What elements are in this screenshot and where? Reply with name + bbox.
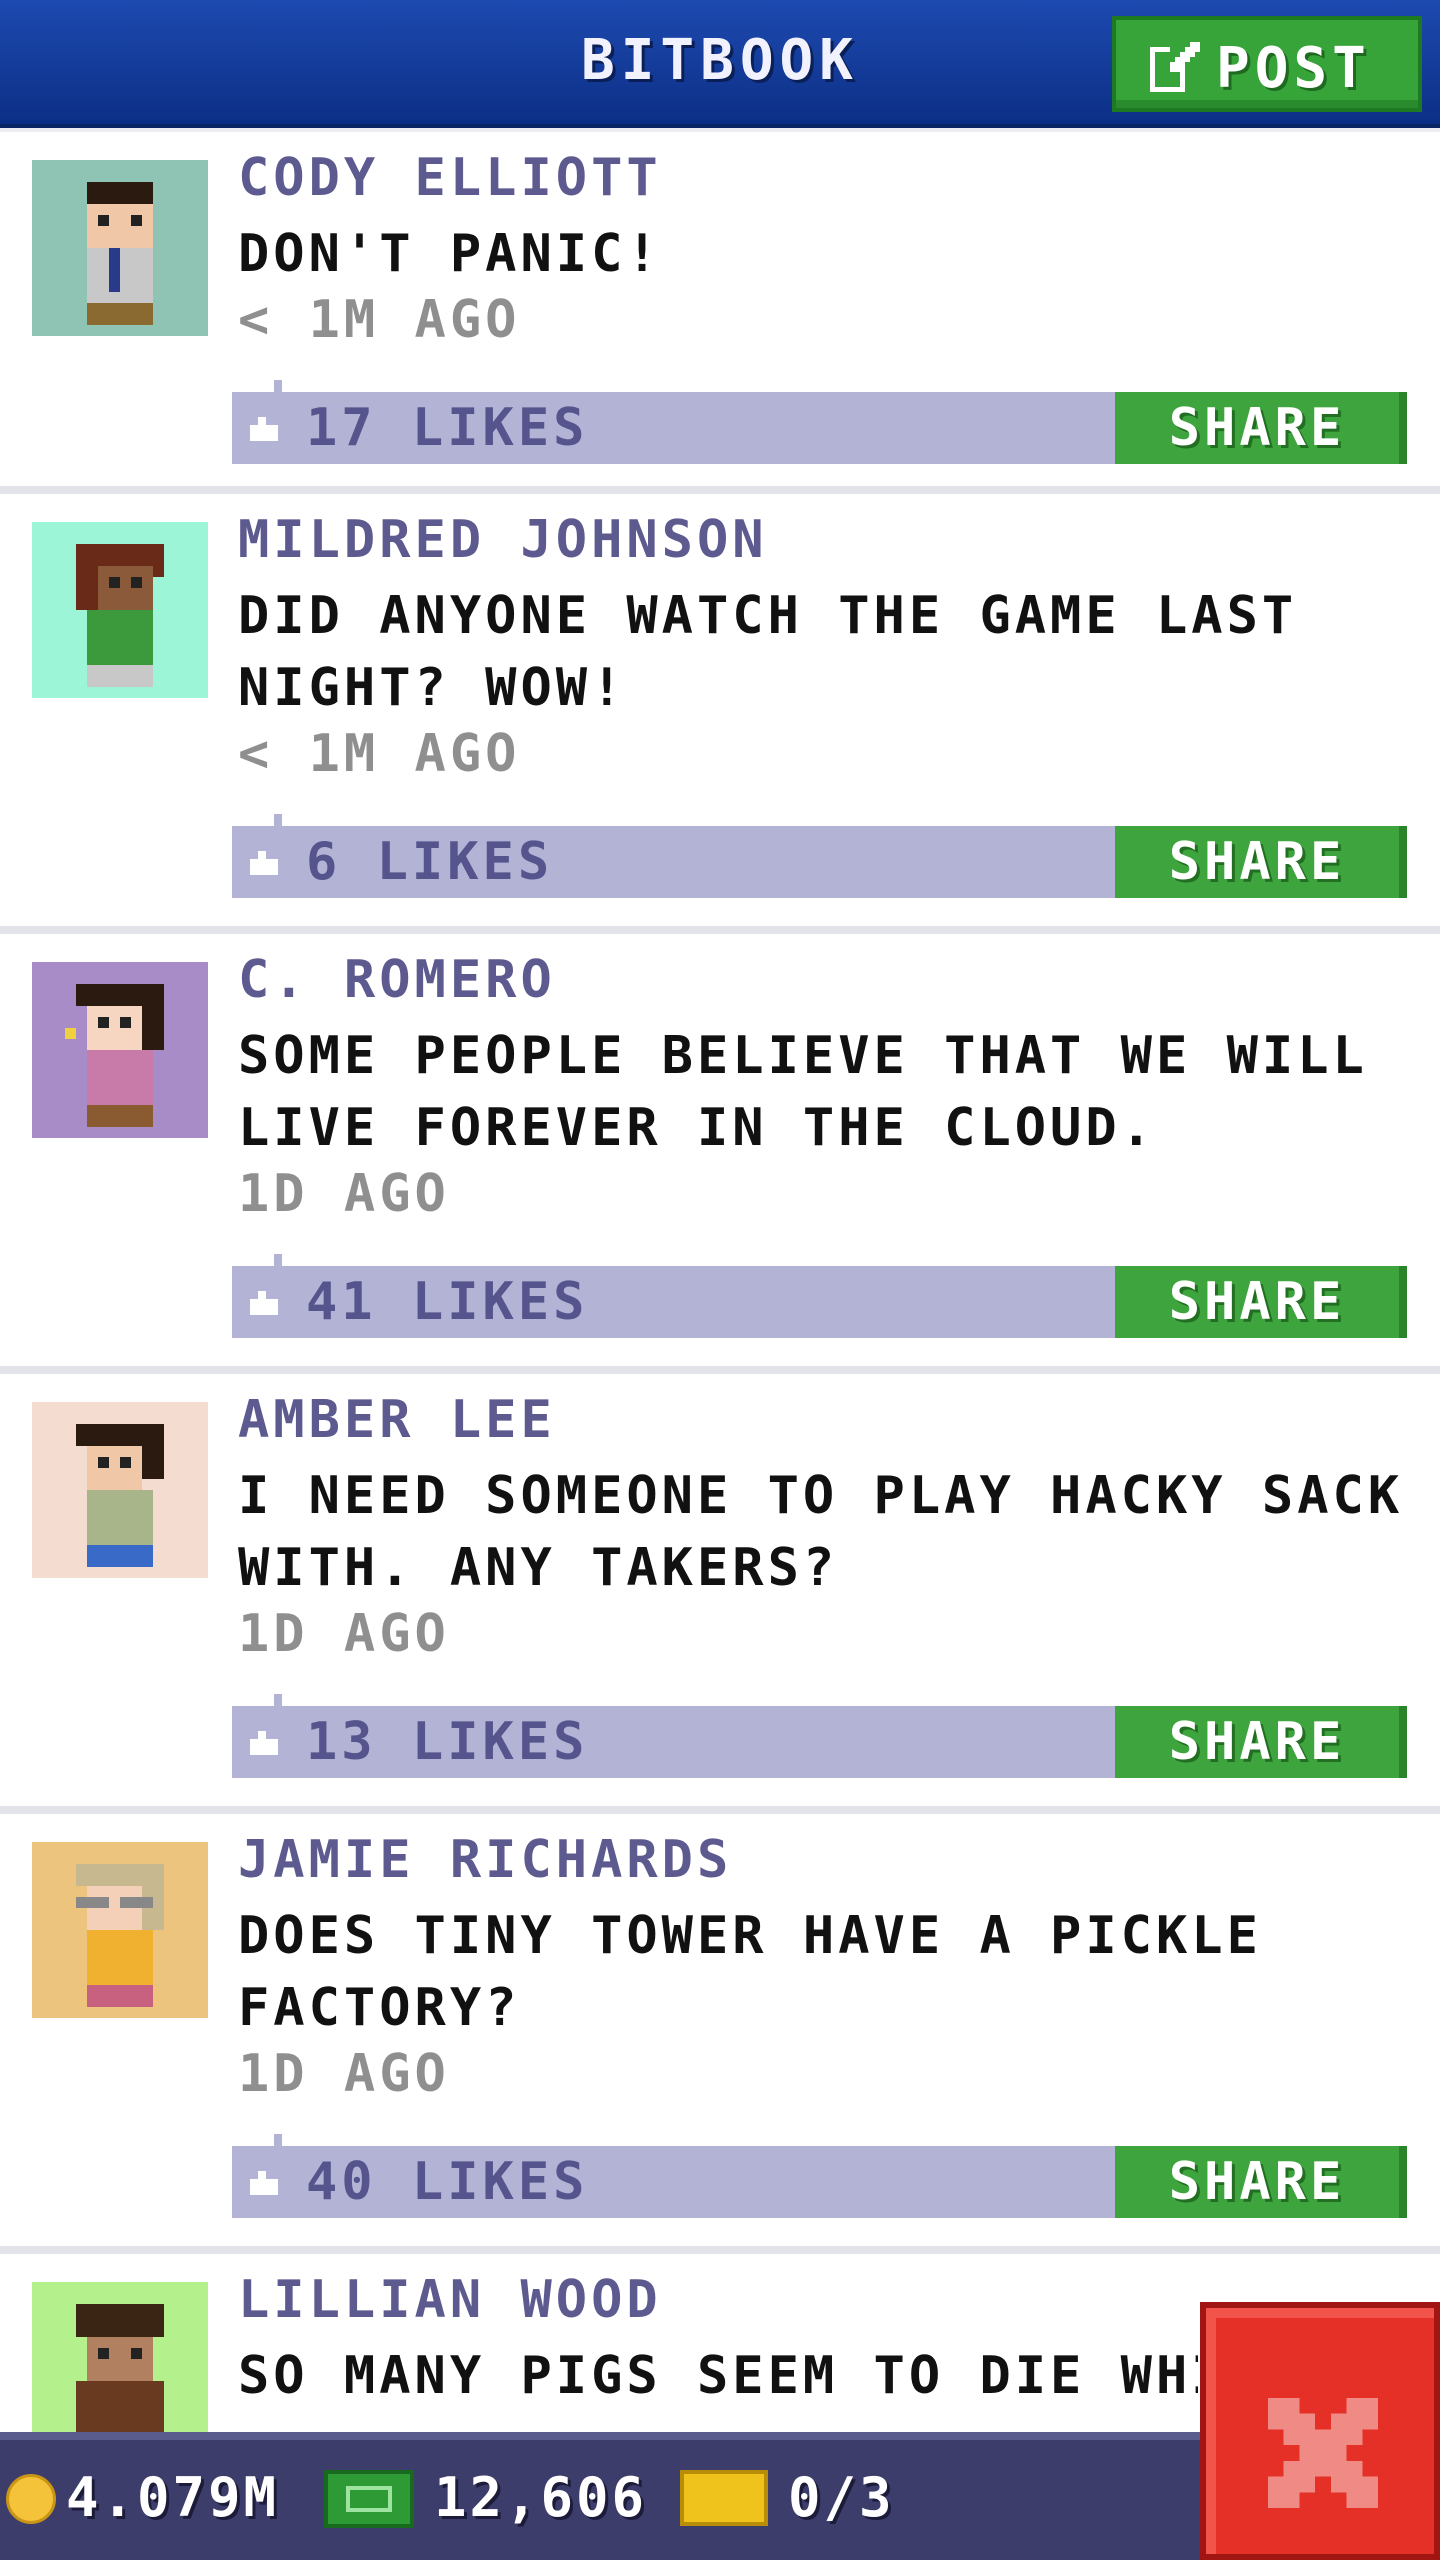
ticket-icon — [680, 2470, 768, 2526]
post-item: C. ROMERO SOME PEOPLE BELIEVE THAT WE WI… — [0, 934, 1440, 1374]
share-button[interactable]: SHARE — [1115, 392, 1407, 464]
thumbs-up-icon — [250, 1731, 278, 1755]
post-author[interactable]: CODY ELLIOTT — [238, 148, 662, 208]
coins-value: 4.079M — [66, 2466, 280, 2529]
like-count: 40 LIKES — [306, 2152, 589, 2212]
thumbs-up-icon — [250, 417, 278, 441]
post-time: < 1M AGO — [238, 290, 521, 350]
thumbs-up-icon — [250, 2171, 278, 2195]
post-text: I NEED SOMEONE TO PLAY HACKY SACK WITH. … — [238, 1466, 1404, 1598]
thumbs-up-icon — [250, 851, 278, 875]
like-count: 17 LIKES — [306, 398, 589, 458]
post-time: 1D AGO — [238, 2044, 450, 2104]
close-icon — [1268, 2398, 1378, 2508]
share-button[interactable]: SHARE — [1115, 826, 1407, 898]
post-time: < 1M AGO — [238, 724, 521, 784]
like-bar[interactable]: 13 LIKES SHARE — [232, 1694, 1407, 1778]
share-button[interactable]: SHARE — [1115, 2146, 1407, 2218]
post-item: JAMIE RICHARDS DOES TINY TOWER HAVE A PI… — [0, 1814, 1440, 2254]
like-bar[interactable]: 17 LIKES SHARE — [232, 380, 1407, 464]
post-text: DON'T PANIC! — [238, 224, 662, 284]
bux-icon — [324, 2470, 414, 2528]
post-button-label: POST — [1216, 36, 1371, 101]
compose-icon — [1150, 42, 1200, 92]
share-button[interactable]: SHARE — [1115, 1706, 1407, 1778]
bux-value: 12,606 — [434, 2466, 648, 2529]
post-item: CODY ELLIOTT DON'T PANIC! < 1M AGO 17 LI… — [0, 132, 1440, 494]
avatar — [32, 1842, 208, 2018]
app-header: BITBOOK POST — [0, 0, 1440, 128]
thumbs-up-icon — [250, 1291, 278, 1315]
post-text: DID ANYONE WATCH THE GAME LAST NIGHT? WO… — [238, 586, 1298, 718]
avatar — [32, 962, 208, 1138]
like-bar[interactable]: 6 LIKES SHARE — [232, 814, 1407, 898]
coin-icon — [6, 2474, 56, 2524]
post-author[interactable]: AMBER LEE — [238, 1390, 556, 1450]
like-count: 41 LIKES — [306, 1272, 589, 1332]
post-time: 1D AGO — [238, 1604, 450, 1664]
like-count: 6 LIKES — [306, 832, 554, 892]
avatar — [32, 160, 208, 336]
share-button[interactable]: SHARE — [1115, 1266, 1407, 1338]
post-author[interactable]: C. ROMERO — [238, 950, 556, 1010]
post-text: SOME PEOPLE BELIEVE THAT WE WILL LIVE FO… — [238, 1026, 1368, 1158]
post-author[interactable]: MILDRED JOHNSON — [238, 510, 768, 570]
post-button[interactable]: POST — [1112, 16, 1422, 112]
tickets-value: 0/3 — [788, 2466, 895, 2529]
post-item: MILDRED JOHNSON DID ANYONE WATCH THE GAM… — [0, 494, 1440, 934]
post-item: AMBER LEE I NEED SOMEONE TO PLAY HACKY S… — [0, 1374, 1440, 1814]
like-bar[interactable]: 41 LIKES SHARE — [232, 1254, 1407, 1338]
like-bar[interactable]: 40 LIKES SHARE — [232, 2134, 1407, 2218]
post-time: 1D AGO — [238, 1164, 450, 1224]
close-button[interactable] — [1200, 2302, 1440, 2560]
avatar — [32, 522, 208, 698]
post-text: SO MANY PIGS SEEM TO DIE WHI — [238, 2346, 1198, 2406]
post-author[interactable]: LILLIAN WOOD — [238, 2270, 662, 2330]
like-count: 13 LIKES — [306, 1712, 589, 1772]
avatar — [32, 1402, 208, 1578]
post-author[interactable]: JAMIE RICHARDS — [238, 1830, 732, 1890]
post-text: DOES TINY TOWER HAVE A PICKLE FACTORY? — [238, 1906, 1262, 2038]
